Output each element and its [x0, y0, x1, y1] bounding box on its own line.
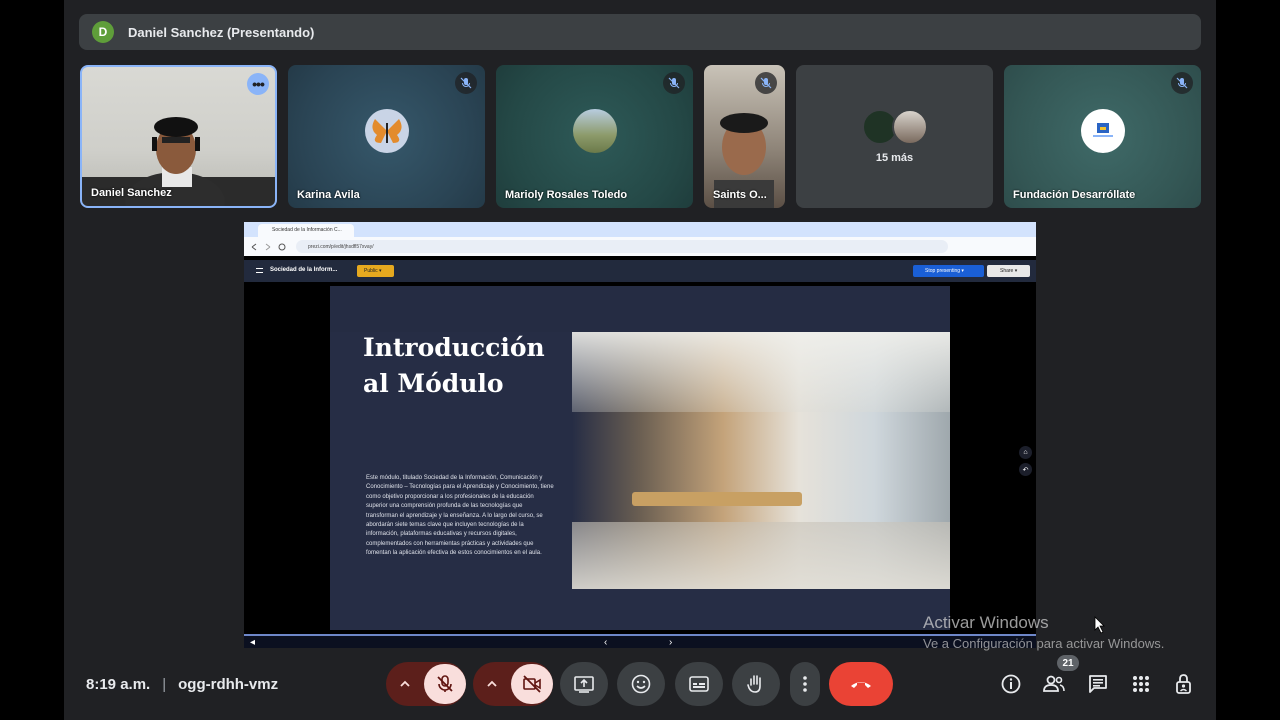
- captions-button[interactable]: [675, 662, 723, 706]
- mic-off-icon: [455, 72, 477, 94]
- photo-floor: [572, 522, 950, 589]
- info-icon: [1001, 674, 1021, 694]
- menu-icon[interactable]: [256, 268, 263, 273]
- more-participants-label: 15 más: [875, 152, 914, 164]
- prezi-toolbar: Sociedad de la Inform... Public ▾ Stop p…: [244, 260, 1036, 282]
- meeting-code: ogg-rdhh-vmz: [178, 676, 279, 693]
- participant-tile-more[interactable]: 15 más: [796, 65, 993, 208]
- mouse-cursor-icon: [1094, 616, 1105, 634]
- captions-icon: [689, 676, 709, 692]
- tile-label: Marioly Rosales Toledo: [505, 189, 628, 201]
- mic-off-icon: [1171, 72, 1193, 94]
- participant-tile-karina[interactable]: Karina Avila: [288, 65, 485, 208]
- more-vert-icon: [803, 676, 807, 692]
- tile-label: Daniel Sanchez: [91, 187, 172, 199]
- public-button[interactable]: Public ▾: [357, 265, 394, 277]
- mic-options-button[interactable]: [386, 662, 424, 706]
- mic-off-icon: [437, 675, 453, 692]
- slide-top-band: [330, 286, 950, 332]
- share-button[interactable]: Share ▾: [987, 265, 1030, 277]
- butterfly-icon: [371, 118, 402, 143]
- volume-icon[interactable]: ◂: [250, 637, 255, 648]
- people-icon: [1043, 675, 1065, 692]
- camera-options-button[interactable]: [473, 662, 511, 706]
- prev-slide-icon[interactable]: ‹: [604, 637, 607, 648]
- presenter-name: Daniel Sanchez (Presentando): [128, 24, 315, 40]
- more-options-button[interactable]: [790, 662, 820, 706]
- tile-label: Karina Avila: [297, 189, 360, 201]
- stop-presenting-button[interactable]: Stop presenting ▾: [913, 265, 984, 277]
- hand-icon: [747, 675, 761, 693]
- apps-grid-icon: [1133, 676, 1149, 692]
- slide-heading-line2: al Módulo: [363, 369, 504, 398]
- participant-tile-marioly[interactable]: Marioly Rosales Toledo: [496, 65, 693, 208]
- meeting-info: 8:19 a.m. | ogg-rdhh-vmz: [86, 676, 278, 693]
- avatar: [572, 108, 617, 153]
- slide-heading: Introducción al Módulo: [363, 330, 563, 402]
- participant-tile-saints[interactable]: Saints O...: [704, 65, 785, 208]
- tile-label: Fundación Desarróllate: [1013, 189, 1136, 201]
- slide: Introducción al Módulo Este módulo, titu…: [330, 286, 1032, 630]
- separator: |: [162, 676, 167, 693]
- home-icon[interactable]: ⌂: [1019, 446, 1032, 459]
- chat-button[interactable]: [1086, 672, 1110, 696]
- photo-ceiling: [572, 332, 950, 412]
- browser-toolbar: prezi.com/p/edit/jhsdfl57xvay/: [244, 237, 1036, 256]
- chevron-up-icon: [400, 680, 410, 687]
- camera-control-group: [473, 662, 553, 706]
- avatar: [892, 109, 928, 145]
- shared-screen[interactable]: Sociedad de la Información C... prezi.co…: [244, 222, 1036, 648]
- activities-button[interactable]: [1129, 672, 1153, 696]
- reactions-button[interactable]: [617, 662, 665, 706]
- prezi-nav-bar: ◂ ‹ ›: [244, 634, 1036, 648]
- avatar: [364, 108, 409, 153]
- meeting-details-button[interactable]: [999, 672, 1023, 696]
- participants-count-badge: 21: [1057, 655, 1079, 671]
- mic-toggle-button[interactable]: [424, 664, 466, 704]
- slide-body: Este módulo, titulado Sociedad de la Inf…: [366, 475, 554, 557]
- clock: 8:19 a.m.: [86, 676, 151, 693]
- browser-tab-strip: Sociedad de la Información C...: [244, 222, 1036, 237]
- chat-icon: [1089, 675, 1107, 693]
- slide-heading-line1: Introducción: [363, 333, 545, 362]
- tile-label: Saints O...: [713, 189, 767, 201]
- people-button[interactable]: [1042, 672, 1066, 696]
- windows-watermark-subtitle: Ve a Configuración para activar Windows.: [923, 636, 1165, 651]
- host-controls-button[interactable]: [1172, 672, 1196, 696]
- present-screen-icon: [574, 676, 594, 693]
- prezi-title: Sociedad de la Inform...: [270, 267, 338, 273]
- office-photo: [572, 332, 950, 589]
- mic-off-icon: [755, 72, 777, 94]
- mic-off-icon: [663, 72, 685, 94]
- next-slide-icon[interactable]: ›: [669, 637, 672, 648]
- photo-table: [632, 492, 802, 506]
- left-black-bar: [0, 0, 64, 720]
- windows-watermark-title: Activar Windows: [923, 613, 1049, 632]
- slide-area: Introducción al Módulo Este módulo, titu…: [244, 282, 1036, 634]
- camera-toggle-button[interactable]: [511, 664, 553, 704]
- avatar: [1080, 108, 1125, 153]
- browser-tab[interactable]: Sociedad de la Información C...: [258, 224, 354, 237]
- nav-arrows-icon[interactable]: [248, 237, 288, 256]
- right-black-bar: [1216, 0, 1280, 720]
- presenter-avatar: D: [92, 21, 114, 43]
- presenter-banner: D Daniel Sanchez (Presentando): [79, 14, 1201, 50]
- emoji-icon: [631, 674, 651, 694]
- logo-icon: [1092, 122, 1113, 137]
- present-button[interactable]: [560, 662, 608, 706]
- raise-hand-button[interactable]: [732, 662, 780, 706]
- more-options-icon[interactable]: •••: [247, 73, 269, 95]
- camera-off-icon: [523, 675, 541, 693]
- back-icon[interactable]: ↶: [1019, 463, 1032, 476]
- participant-tile-daniel[interactable]: ••• Daniel Sanchez: [80, 65, 277, 208]
- address-bar[interactable]: prezi.com/p/edit/jhsdfl57xvay/: [296, 240, 948, 253]
- hang-up-icon: [851, 682, 871, 688]
- participant-tile-fundacion[interactable]: Fundación Desarróllate: [1004, 65, 1201, 208]
- mic-control-group: [386, 662, 466, 706]
- end-call-button[interactable]: [829, 662, 893, 706]
- lock-person-icon: [1176, 674, 1191, 694]
- chevron-up-icon: [487, 680, 497, 687]
